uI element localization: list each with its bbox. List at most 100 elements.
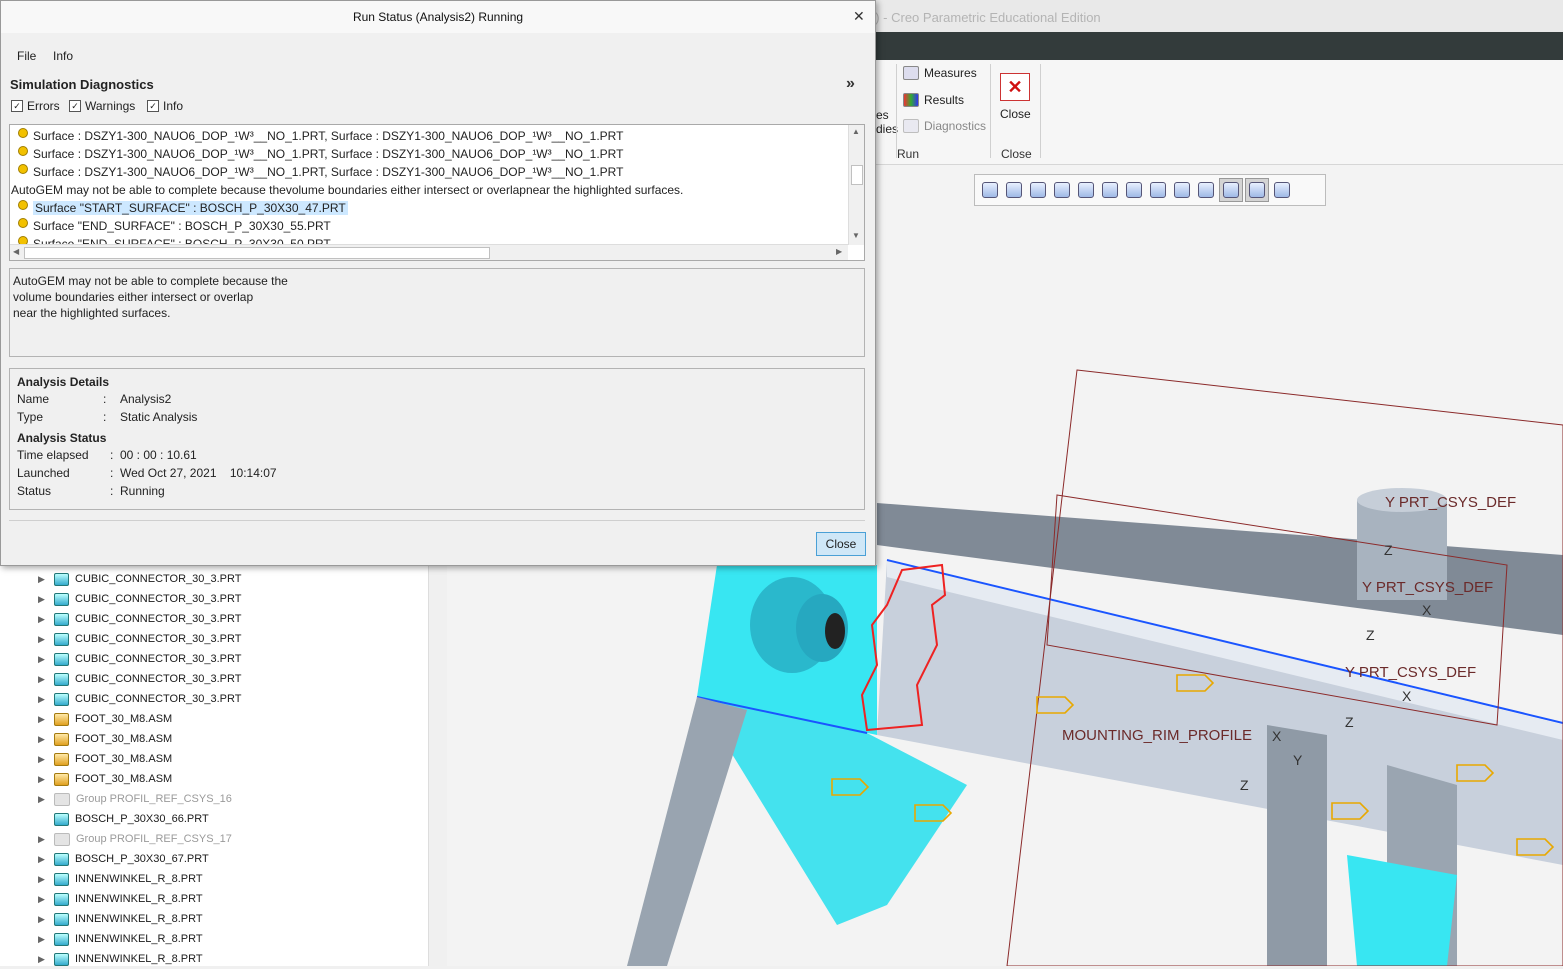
message-list-hscrollbar[interactable]: ◀ ▶ (10, 244, 848, 260)
repaint-icon[interactable] (1051, 179, 1073, 201)
diagnostics-message-list[interactable]: Surface : DSZY1-300_NAUO6_DOP_¹W³__NO_1.… (9, 124, 865, 261)
expand-arrow-icon[interactable]: ▶ (38, 854, 48, 865)
tree-item[interactable]: ▶ Group PROFIL_REF_CSYS_16 (38, 789, 232, 809)
ribbon-partial-item-1[interactable]: es (876, 108, 889, 122)
message-row[interactable]: Surface : DSZY1-300_NAUO6_DOP_¹W³__NO_1.… (18, 163, 623, 181)
expand-arrow-icon[interactable]: ▶ (38, 794, 48, 805)
tree-item[interactable]: ▶ BOSCH_P_30X30_67.PRT (38, 849, 209, 869)
tree-item[interactable]: ▶ INNENWINKEL_R_8.PRT (38, 869, 203, 889)
checkmark-icon: ✓ (147, 100, 159, 112)
display-style-icon[interactable] (1099, 179, 1121, 201)
zoom-in-icon[interactable] (1003, 179, 1025, 201)
expand-arrow-icon[interactable]: ▶ (38, 734, 48, 745)
csys-label-1: Y PRT_CSYS_DEF (1385, 494, 1516, 511)
field-separator: : (110, 484, 114, 498)
scroll-down-icon[interactable]: ▼ (852, 231, 860, 240)
expand-arrow-icon[interactable]: ▶ (38, 594, 48, 605)
message-row-selected[interactable]: Surface "START_SURFACE" : BOSCH_P_30X30_… (18, 199, 348, 217)
expand-arrow-icon[interactable]: ▶ (38, 934, 48, 945)
tree-item[interactable]: ▶ INNENWINKEL_R_8.PRT (38, 949, 203, 969)
annotation-display-icon[interactable] (1271, 179, 1293, 201)
expand-arrow-icon[interactable]: ▶ (38, 754, 48, 765)
annotation-display-icon[interactable] (1219, 178, 1243, 202)
measures-button[interactable]: Measures (903, 66, 977, 80)
tree-item[interactable]: ▶ FOOT_30_M8.ASM (38, 749, 172, 769)
saved-orientation-icon[interactable] (1123, 179, 1145, 201)
scroll-left-icon[interactable]: ◀ (13, 247, 19, 256)
named-views-icon[interactable] (1075, 179, 1097, 201)
ribbon-divider (896, 64, 897, 158)
tree-item-label: CUBIC_CONNECTOR_30_3.PRT (75, 613, 242, 625)
tree-item[interactable]: ▶ FOOT_30_M8.ASM (38, 769, 172, 789)
message-row[interactable]: Surface : DSZY1-300_NAUO6_DOP_¹W³__NO_1.… (18, 127, 623, 145)
expand-arrow-icon[interactable]: ▶ (38, 774, 48, 785)
tree-item[interactable]: ▶ CUBIC_CONNECTOR_30_3.PRT (38, 629, 241, 649)
info-checkbox[interactable]: ✓ Info (147, 99, 183, 113)
expand-arrow-icon[interactable]: ▶ (38, 674, 48, 685)
diagnostics-button[interactable]: Diagnostics (903, 119, 986, 133)
tree-item[interactable]: ▶ FOOT_30_M8.ASM (38, 729, 172, 749)
expand-arrow-icon[interactable]: ▶ (38, 874, 48, 885)
tree-item[interactable]: ▶ CUBIC_CONNECTOR_30_3.PRT (38, 569, 241, 589)
tree-item[interactable]: ▶ Group PROFIL_REF_CSYS_17 (38, 829, 232, 849)
spin-center-icon[interactable] (1245, 178, 1269, 202)
datum-display-icon[interactable] (1195, 179, 1217, 201)
dialog-close-button[interactable]: Close (816, 532, 866, 556)
expand-arrow-icon[interactable]: ▶ (38, 714, 48, 725)
refit-icon[interactable] (979, 179, 1001, 201)
expand-arrow-icon[interactable]: ▶ (38, 694, 48, 705)
dialog-close-icon[interactable]: ✕ (853, 8, 865, 25)
errors-checkbox[interactable]: ✓ Errors (11, 99, 60, 113)
tree-item[interactable]: ▶ FOOT_30_M8.ASM (38, 709, 172, 729)
view-manager-icon[interactable] (1147, 179, 1169, 201)
close-x-icon[interactable]: ✕ (1000, 73, 1030, 101)
expand-arrow-icon[interactable]: ▶ (38, 914, 48, 925)
expand-arrow-icon[interactable]: ▶ (38, 654, 48, 665)
results-button[interactable]: Results (903, 93, 964, 107)
axis-label-z4: Z (1240, 777, 1249, 793)
tree-item[interactable]: ▶ CUBIC_CONNECTOR_30_3.PRT (38, 589, 241, 609)
connector-bore-hole (825, 613, 845, 649)
message-list-vscrollbar[interactable]: ▲ ▼ (848, 125, 864, 245)
scroll-right-icon[interactable]: ▶ (836, 247, 842, 256)
model-tree-scrollbar[interactable] (428, 565, 441, 966)
assembly-icon (54, 772, 69, 786)
hscroll-thumb[interactable] (24, 247, 490, 259)
message-row[interactable]: Surface "END_SURFACE" : BOSCH_P_30X30_55… (18, 217, 331, 235)
message-row[interactable]: AutoGEM may not be able to complete beca… (11, 181, 683, 199)
menu-info[interactable]: Info (53, 49, 73, 63)
close-ribbon-label[interactable]: Close (1000, 107, 1031, 121)
perspective-icon[interactable] (1171, 179, 1193, 201)
launched-value: Wed Oct 27, 2021 10:14:07 (120, 466, 277, 480)
axis-label-z1: Z (1384, 542, 1393, 558)
collapse-icon[interactable]: » (846, 75, 855, 93)
expand-arrow-icon[interactable]: ▶ (38, 614, 48, 625)
part-icon (54, 692, 69, 706)
tree-item[interactable]: ▶ CUBIC_CONNECTOR_30_3.PRT (38, 669, 241, 689)
ribbon-partial-item-2[interactable]: dies (876, 122, 898, 136)
expand-arrow-icon[interactable]: ▶ (38, 894, 48, 905)
tree-item[interactable]: ▶ CUBIC_CONNECTOR_30_3.PRT (38, 689, 241, 709)
tree-item[interactable]: ▶ INNENWINKEL_R_8.PRT (38, 929, 203, 949)
dialog-title: Run Status (Analysis2) Running (352, 10, 524, 24)
menu-file[interactable]: File (17, 49, 36, 63)
expand-arrow-icon[interactable]: ▶ (38, 634, 48, 645)
results-label: Results (924, 93, 965, 107)
tree-item[interactable]: BOSCH_P_30X30_66.PRT (38, 809, 209, 829)
scroll-up-icon[interactable]: ▲ (852, 127, 860, 136)
tree-item[interactable]: ▶ INNENWINKEL_R_8.PRT (38, 889, 203, 909)
zoom-out-icon[interactable] (1027, 179, 1049, 201)
tree-item[interactable]: ▶ INNENWINKEL_R_8.PRT (38, 909, 203, 929)
tree-item[interactable]: ▶ CUBIC_CONNECTOR_30_3.PRT (38, 609, 241, 629)
warnings-checkbox[interactable]: ✓ Warnings (69, 99, 135, 113)
vscroll-thumb[interactable] (851, 165, 863, 185)
analysis-details-panel: Analysis Details Name : Analysis2 Type :… (9, 368, 865, 510)
part-icon (54, 952, 69, 966)
expand-arrow-icon[interactable]: ▶ (38, 834, 48, 845)
tree-item[interactable]: ▶ CUBIC_CONNECTOR_30_3.PRT (38, 649, 241, 669)
expand-arrow-icon[interactable]: ▶ (38, 574, 48, 585)
part-icon (54, 652, 69, 666)
tree-item-label: FOOT_30_M8.ASM (75, 713, 173, 725)
message-row[interactable]: Surface : DSZY1-300_NAUO6_DOP_¹W³__NO_1.… (18, 145, 623, 163)
expand-arrow-icon[interactable]: ▶ (38, 954, 48, 965)
